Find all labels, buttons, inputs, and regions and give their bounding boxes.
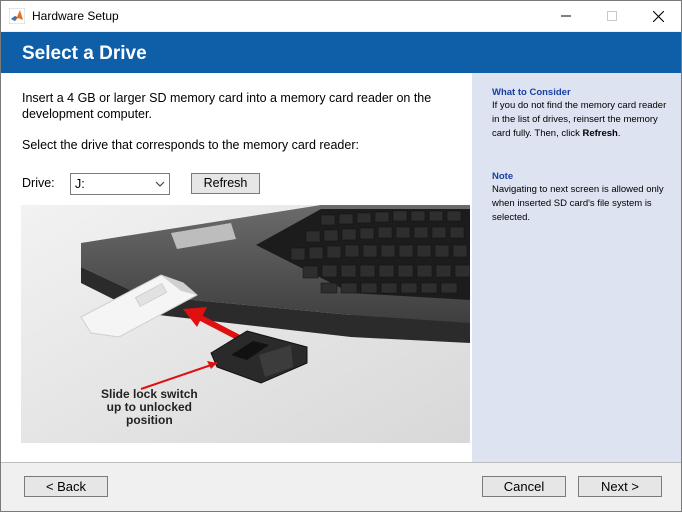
note-text: Navigating to next screen is allowed onl… [492, 184, 664, 223]
consider-heading: What to Consider [492, 87, 571, 98]
page-header: Select a Drive [1, 32, 681, 73]
matlab-icon [9, 8, 25, 24]
image-caption: Slide lock switch up to unlocked positio… [101, 388, 198, 427]
hardware-setup-window: Hardware Setup Select a Drive Insert a 4… [0, 0, 682, 512]
main-panel: Insert a 4 GB or larger SD memory card i… [1, 73, 472, 462]
drive-select-value: J: [75, 177, 85, 191]
chevron-down-icon [155, 181, 165, 187]
laptop-illustration [21, 205, 470, 443]
next-button[interactable]: Next > [578, 476, 662, 497]
minimize-icon [561, 15, 571, 17]
select-prompt: Select the drive that corresponds to the… [22, 138, 359, 152]
title-bar: Hardware Setup [1, 1, 681, 31]
cancel-button[interactable]: Cancel [482, 476, 566, 497]
footer-divider [1, 462, 681, 463]
note-heading: Note [492, 171, 514, 182]
page-title: Select a Drive [22, 43, 147, 64]
maximize-icon [607, 11, 617, 21]
consider-text-main: If you do not find the memory card reade… [492, 100, 667, 139]
maximize-button[interactable] [589, 1, 635, 31]
image-caption-line: position [126, 413, 173, 427]
drive-label: Drive: [22, 176, 55, 190]
back-button[interactable]: < Back [24, 476, 108, 497]
consider-text-end: . [617, 128, 621, 139]
instruction-text: Insert a 4 GB or larger SD memory card i… [22, 91, 432, 121]
consider-text-refresh: Refresh [582, 128, 618, 139]
consider-text: If you do not find the memory card reade… [492, 99, 670, 141]
refresh-button[interactable]: Refresh [191, 173, 260, 194]
window-title: Hardware Setup [32, 9, 119, 23]
sd-card-insertion-image: Slide lock switch up to unlocked positio… [21, 205, 470, 443]
help-sidebar: What to Consider If you do not find the … [472, 73, 681, 462]
close-icon [652, 10, 664, 22]
close-button[interactable] [635, 1, 681, 31]
drive-select[interactable]: J: [70, 173, 170, 195]
minimize-button[interactable] [543, 1, 589, 31]
